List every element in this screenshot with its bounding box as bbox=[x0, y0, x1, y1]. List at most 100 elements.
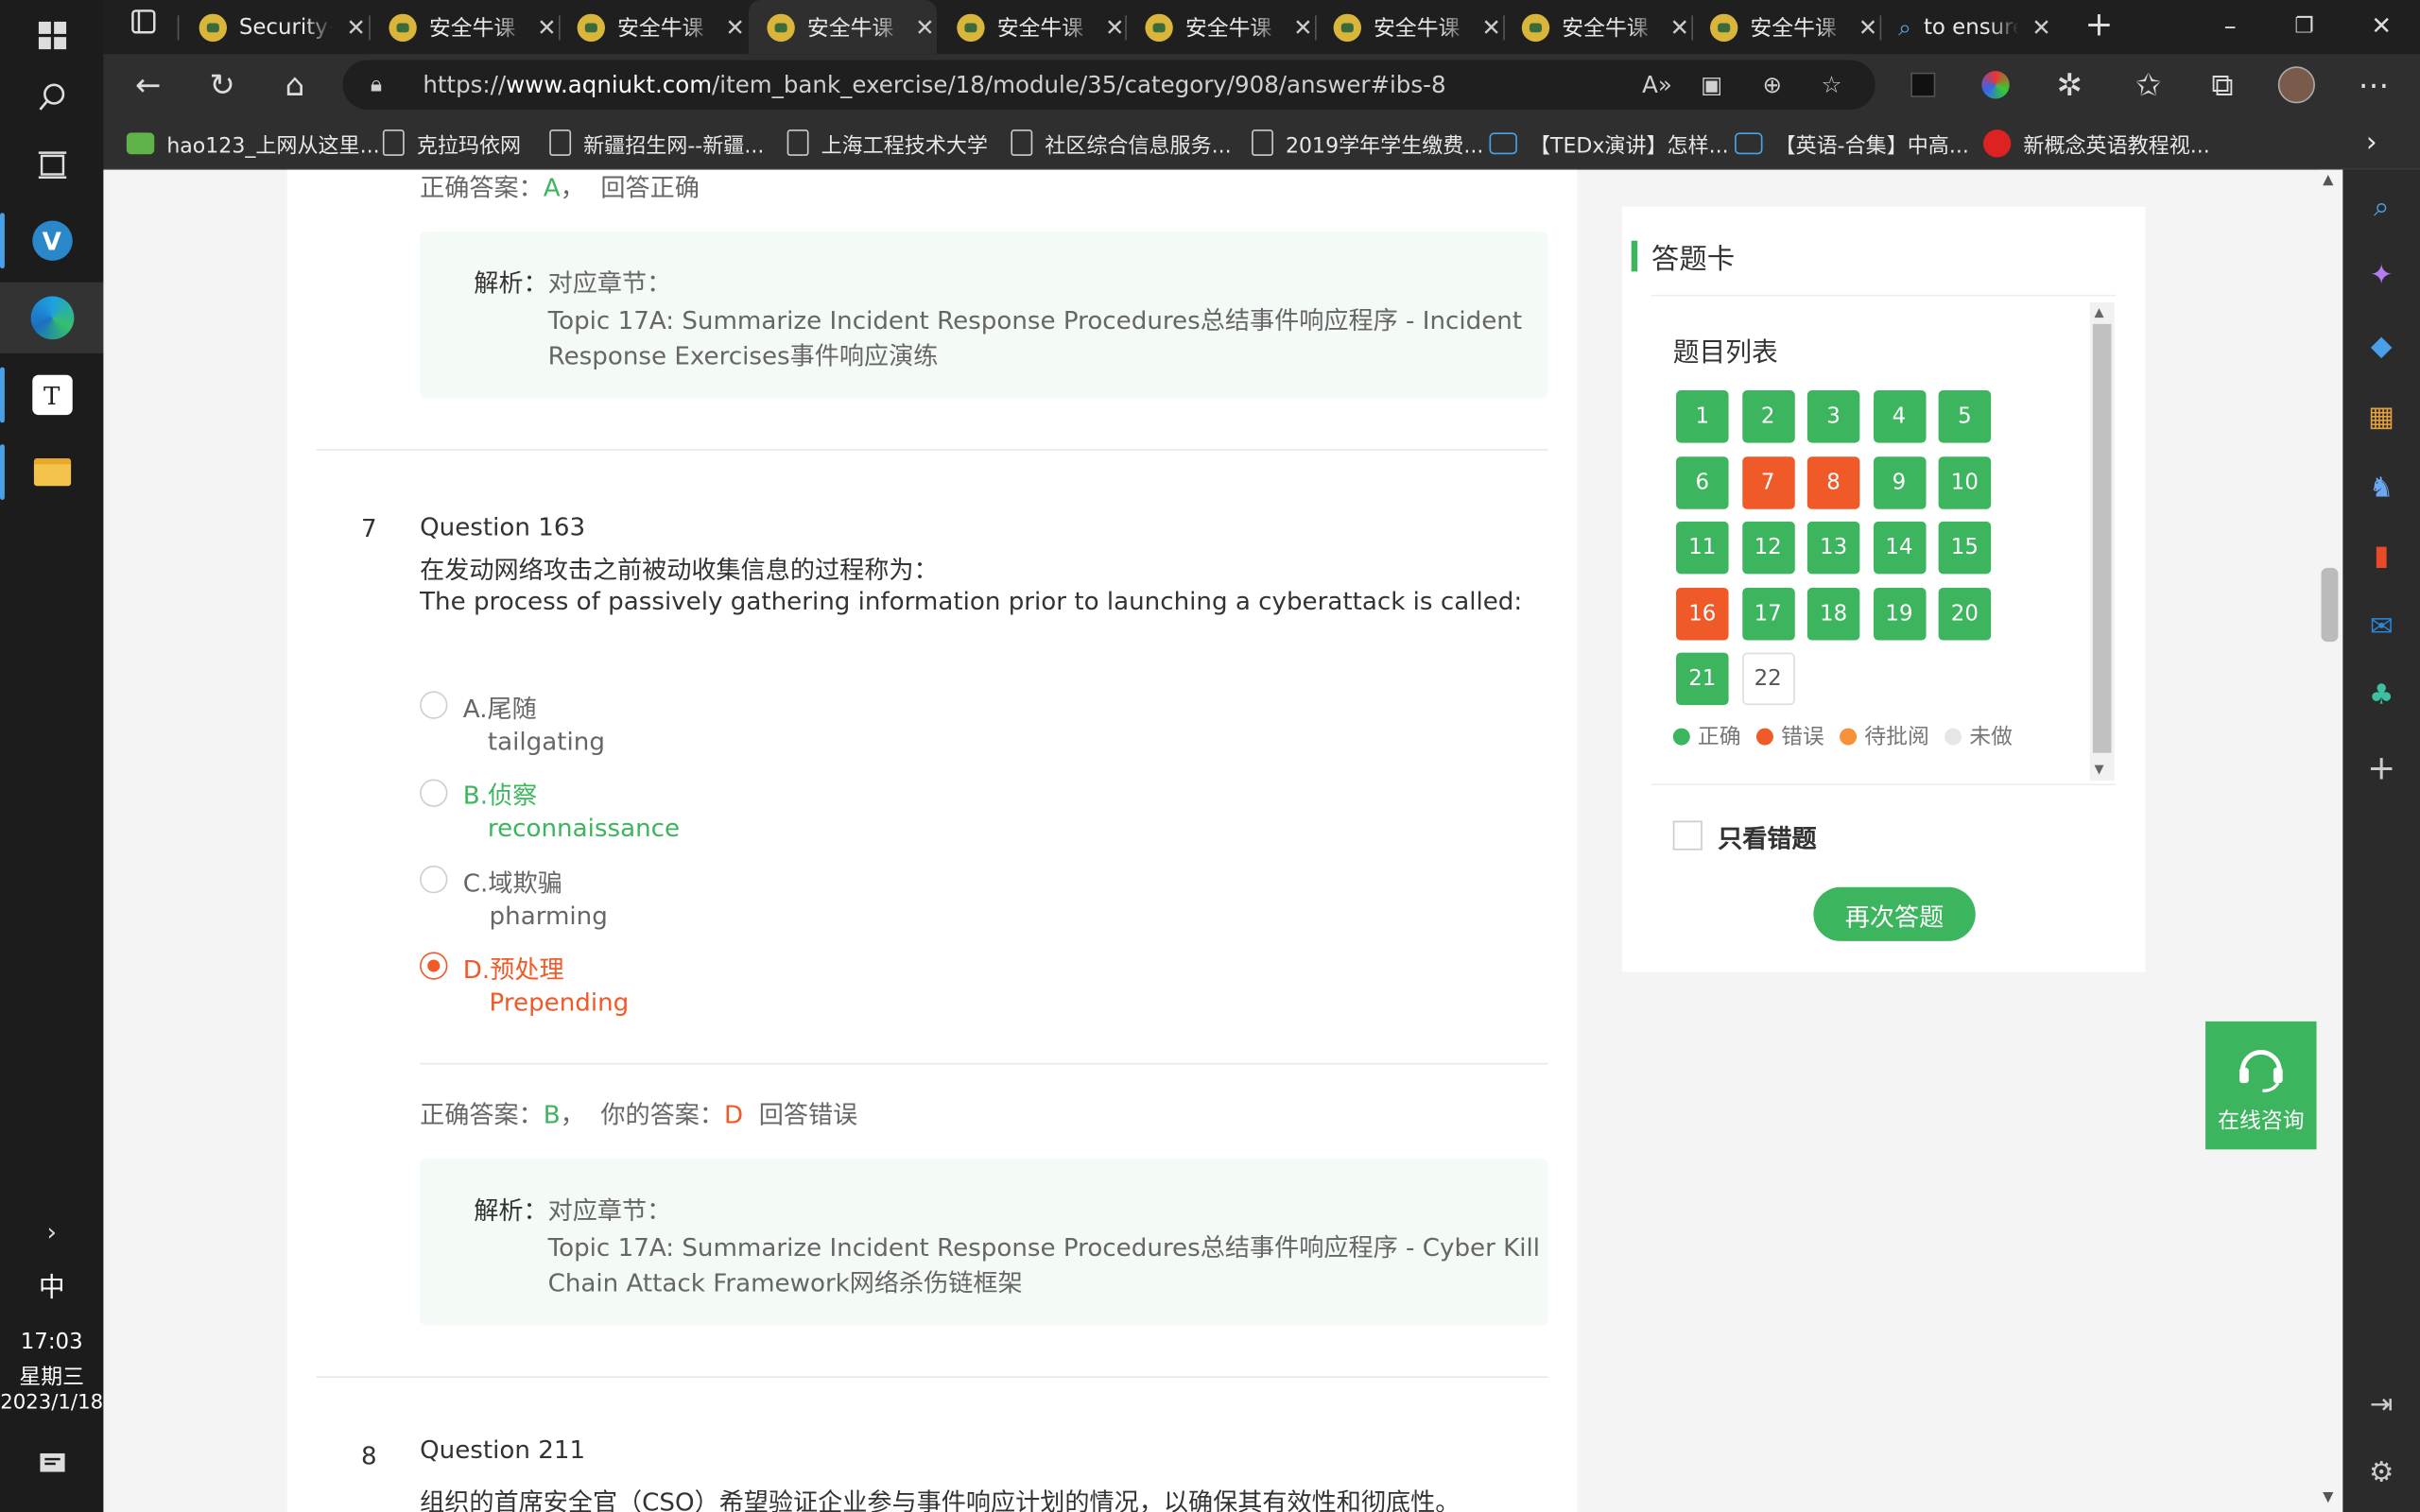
games-icon[interactable]: ♞ bbox=[2342, 472, 2420, 505]
question-nav-item[interactable]: 20 bbox=[1938, 587, 1992, 640]
outlook-icon[interactable]: ✉ bbox=[2342, 611, 2420, 644]
search-icon[interactable] bbox=[0, 61, 103, 132]
tools-icon[interactable]: ▦ bbox=[2342, 401, 2420, 433]
file-explorer-icon[interactable] bbox=[0, 437, 103, 507]
close-tab-icon[interactable]: ✕ bbox=[2031, 13, 2051, 41]
browser-tab[interactable]: 安全牛课 ✕ bbox=[559, 0, 746, 54]
back-arrow-icon[interactable]: ← bbox=[124, 63, 173, 107]
browser-tab-active[interactable]: 安全牛课 ✕ bbox=[748, 0, 938, 55]
settings-gear-icon[interactable]: ⚙ bbox=[2342, 1456, 2420, 1488]
close-tab-icon[interactable]: ✕ bbox=[1293, 13, 1313, 41]
bookmark-item[interactable]: 2019学年学生缴费... bbox=[1252, 115, 1483, 169]
option-b-radio[interactable] bbox=[420, 779, 448, 807]
question-nav-item[interactable]: 13 bbox=[1806, 521, 1860, 575]
browser-tab[interactable]: Security+✕ bbox=[181, 0, 366, 54]
option-b-label[interactable]: B.侦察 bbox=[463, 775, 537, 812]
option-a-radio[interactable] bbox=[420, 691, 448, 719]
question-nav-item[interactable]: 9 bbox=[1873, 455, 1926, 508]
close-window-icon[interactable]: ✕ bbox=[2357, 5, 2406, 48]
avatar[interactable] bbox=[2272, 63, 2321, 107]
office-icon[interactable]: ▮ bbox=[2342, 540, 2420, 572]
question-list-scrollbar[interactable]: ▲ ▼ bbox=[2089, 301, 2115, 782]
notification-icon[interactable] bbox=[0, 1429, 103, 1500]
question-nav-item[interactable]: 10 bbox=[1938, 455, 1992, 508]
close-tab-icon[interactable]: ✕ bbox=[1481, 13, 1501, 41]
minimize-window-icon[interactable]: – bbox=[2205, 5, 2255, 48]
question-nav-item[interactable]: 18 bbox=[1806, 587, 1860, 640]
refresh-icon[interactable]: ↻ bbox=[198, 63, 247, 107]
question-nav-item[interactable]: 15 bbox=[1938, 521, 1992, 575]
ime-indicator[interactable]: 中 bbox=[0, 1265, 103, 1304]
question-nav-item[interactable]: 6 bbox=[1676, 455, 1729, 508]
page-scrollbar[interactable]: ▲ ▼ bbox=[2316, 169, 2343, 1512]
question-nav-item[interactable]: 8 bbox=[1806, 455, 1860, 508]
question-nav-item[interactable]: 17 bbox=[1741, 587, 1794, 640]
bookmark-item[interactable]: 新概念英语教程视... bbox=[1982, 115, 2210, 169]
question-nav-item[interactable]: 7 bbox=[1741, 455, 1794, 508]
zoom-icon[interactable]: ⊕ bbox=[1762, 60, 1782, 110]
more-menu-icon[interactable]: ⋯ bbox=[2349, 63, 2398, 107]
browser-tab[interactable]: 安全牛课 ✕ bbox=[1503, 0, 1690, 54]
only-wrong-label[interactable]: 只看错题 bbox=[1718, 817, 1817, 854]
extension-color-icon[interactable] bbox=[1971, 63, 2020, 107]
browser-tab[interactable]: 安全牛课 ✕ bbox=[1691, 0, 1878, 54]
restore-window-icon[interactable]: ❐ bbox=[2279, 5, 2328, 48]
question-nav-item[interactable]: 1 bbox=[1676, 390, 1729, 443]
question-nav-item[interactable]: 12 bbox=[1741, 521, 1794, 575]
bookmarks-overflow-icon[interactable]: › bbox=[2366, 115, 2377, 169]
browser-tab[interactable]: 安全牛课 ✕ bbox=[371, 0, 558, 54]
scroll-up-icon[interactable]: ▲ bbox=[2323, 173, 2333, 188]
edge-browser-icon[interactable] bbox=[0, 282, 104, 353]
tree-icon[interactable]: ♣ bbox=[2342, 679, 2420, 711]
retry-button[interactable]: 再次答题 bbox=[1813, 886, 1976, 941]
option-d-label[interactable]: D.预处理 bbox=[463, 949, 564, 986]
windows-start-icon[interactable] bbox=[0, 0, 103, 71]
scroll-down-icon[interactable]: ▼ bbox=[2323, 1490, 2333, 1505]
bookmark-item[interactable]: 【英语-合集】中高... bbox=[1735, 115, 1969, 169]
bookmark-item[interactable]: 新疆招生网--新疆... bbox=[549, 115, 764, 169]
browser-tab[interactable]: ⌕ to ensure ✕ bbox=[1880, 0, 2068, 54]
online-consult-button[interactable]: 在线咨询 bbox=[2205, 1021, 2317, 1150]
close-tab-icon[interactable]: ✕ bbox=[915, 13, 935, 41]
scrollbar-thumb[interactable] bbox=[2092, 323, 2112, 753]
option-c-radio[interactable] bbox=[420, 865, 448, 894]
browser-tab[interactable]: 安全牛课 ✕ bbox=[1315, 0, 1502, 54]
chevron-right-icon[interactable]: › bbox=[0, 1195, 103, 1266]
option-d-radio-selected[interactable] bbox=[420, 952, 448, 980]
bookmark-item[interactable]: 克拉玛依网 bbox=[382, 115, 521, 169]
typora-icon[interactable]: T bbox=[0, 359, 103, 430]
app-v-icon[interactable]: V bbox=[0, 205, 103, 276]
only-wrong-checkbox[interactable] bbox=[1672, 820, 1703, 850]
close-tab-icon[interactable]: ✕ bbox=[1670, 13, 1690, 41]
option-a-label[interactable]: A.尾随 bbox=[463, 688, 537, 725]
close-tab-icon[interactable]: ✕ bbox=[346, 13, 366, 41]
question-nav-item[interactable]: 4 bbox=[1873, 390, 1926, 443]
search-icon[interactable]: ⌕ bbox=[2342, 191, 2420, 223]
question-nav-item[interactable]: 3 bbox=[1806, 390, 1860, 443]
page-scrollbar-thumb[interactable] bbox=[2321, 567, 2339, 643]
shopping-tag-icon[interactable]: ◆ bbox=[2342, 330, 2420, 362]
extensions-puzzle-icon[interactable]: ✲ bbox=[2045, 63, 2094, 107]
question-nav-item[interactable]: 19 bbox=[1873, 587, 1926, 640]
bookmark-item[interactable]: hao123_上网从这里... bbox=[126, 115, 380, 169]
browser-tab[interactable]: 安全牛课 ✕ bbox=[939, 0, 1126, 54]
close-tab-icon[interactable]: ✕ bbox=[725, 13, 745, 41]
question-nav-item[interactable]: 11 bbox=[1676, 521, 1729, 575]
question-nav-item[interactable]: 14 bbox=[1873, 521, 1926, 575]
bookmark-item[interactable]: 【TEDx演讲】怎样... bbox=[1489, 115, 1729, 169]
add-favorite-icon[interactable]: ☆ bbox=[1822, 60, 1842, 110]
extension-icon[interactable] bbox=[1898, 63, 1947, 107]
option-c-label[interactable]: C.域欺骗 bbox=[463, 863, 562, 900]
question-nav-item[interactable]: 22 bbox=[1741, 652, 1794, 706]
task-view-icon[interactable] bbox=[0, 129, 103, 200]
read-aloud-icon[interactable]: A» bbox=[1642, 60, 1672, 110]
close-tab-icon[interactable]: ✕ bbox=[1858, 13, 1878, 41]
sidebar-collapse-icon[interactable]: ⇥ bbox=[2342, 1388, 2420, 1420]
address-bar[interactable]: 🔒︎ https://www.aqniukt.com/item_bank_exe… bbox=[342, 60, 1876, 110]
favorites-icon[interactable]: ✩ bbox=[2124, 63, 2173, 107]
scroll-down-icon[interactable]: ▼ bbox=[2095, 763, 2104, 777]
question-nav-item[interactable]: 16 bbox=[1676, 587, 1729, 640]
tab-actions-icon[interactable] bbox=[119, 5, 168, 48]
home-icon[interactable]: ⌂ bbox=[270, 63, 320, 107]
question-nav-item[interactable]: 5 bbox=[1938, 390, 1992, 443]
